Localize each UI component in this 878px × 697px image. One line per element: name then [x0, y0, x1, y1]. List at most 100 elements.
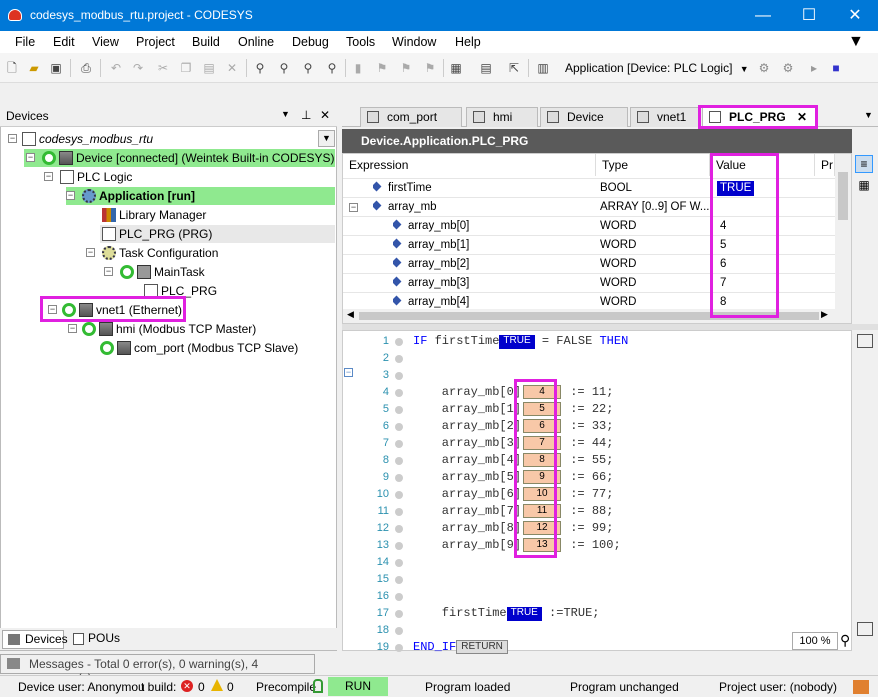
breakpoint-marker[interactable]: [395, 406, 403, 414]
delete-icon[interactable]: ✕: [224, 60, 240, 76]
tree-item-project[interactable]: − codesys_modbus_rtu ▼: [8, 130, 336, 148]
save-icon[interactable]: ▣: [48, 60, 64, 76]
menu-online[interactable]: Online: [238, 35, 274, 49]
bookmark-prev-icon[interactable]: ⚑: [398, 60, 414, 76]
code-line[interactable]: 19 END_IF RETURN: [343, 639, 843, 656]
tab-hmi[interactable]: hmi: [466, 107, 538, 127]
close-button[interactable]: ✕: [832, 0, 878, 31]
tabular-view-icon[interactable]: ▦: [855, 177, 873, 195]
print-icon[interactable]: ⎙: [78, 60, 94, 76]
code-line[interactable]: 12 array_mb[8] 12 := 99;: [343, 520, 843, 537]
scrollbar-thumb[interactable]: [838, 172, 848, 220]
collapse-icon[interactable]: −: [349, 203, 358, 212]
code-line[interactable]: 15: [343, 571, 843, 588]
breakpoint-marker[interactable]: [395, 389, 403, 397]
minimize-button[interactable]: —: [740, 0, 786, 31]
menu-edit[interactable]: Edit: [53, 35, 75, 49]
maximize-button[interactable]: ☐: [786, 0, 832, 31]
filter-icon[interactable]: ▼: [848, 33, 864, 51]
menu-help[interactable]: Help: [455, 35, 481, 49]
code-line[interactable]: 3: [343, 367, 843, 384]
breakpoint-marker[interactable]: [395, 355, 403, 363]
tab-device[interactable]: Device: [540, 107, 628, 127]
undo-icon[interactable]: ↶: [108, 60, 124, 76]
pin-icon[interactable]: ⊥: [301, 108, 311, 122]
breakpoint-marker[interactable]: [395, 491, 403, 499]
code-line[interactable]: 6 array_mb[2] 6 := 33;: [343, 418, 843, 435]
menu-build[interactable]: Build: [192, 35, 220, 49]
code-line[interactable]: 5 array_mb[1] 5 := 22;: [343, 401, 843, 418]
breakpoint-marker[interactable]: [395, 508, 403, 516]
tab-vnet1[interactable]: vnet1: [630, 107, 700, 127]
breakpoint-marker[interactable]: [395, 423, 403, 431]
column-prepared-value[interactable]: Pr: [815, 154, 835, 176]
panel-menu-icon[interactable]: ▼: [281, 109, 290, 119]
breakpoint-marker[interactable]: [395, 440, 403, 448]
column-expression[interactable]: Expression: [343, 154, 596, 176]
breakpoint-marker[interactable]: [395, 576, 403, 584]
run-icon[interactable]: ▸: [806, 60, 822, 76]
tree-item-com-port[interactable]: com_port (Modbus TCP Slave): [100, 339, 298, 357]
tree-item-application[interactable]: − Application [run]: [66, 187, 335, 205]
tab-pous[interactable]: POUs: [68, 630, 128, 649]
breakpoint-marker[interactable]: [395, 338, 403, 346]
menu-tools[interactable]: Tools: [346, 35, 375, 49]
code-line[interactable]: 16: [343, 588, 843, 605]
find-icon[interactable]: ⚲: [252, 60, 268, 76]
paste-icon[interactable]: ▤: [201, 60, 217, 76]
logout-icon[interactable]: ⚙: [780, 60, 796, 76]
zoom-icon[interactable]: ⚲: [840, 632, 856, 650]
code-line[interactable]: 8 array_mb[4] 8 := 55;: [343, 452, 843, 469]
breakpoint-marker[interactable]: [395, 644, 403, 652]
tab-list-icon[interactable]: ▼: [864, 110, 873, 120]
collapse-icon[interactable]: −: [86, 248, 95, 257]
find-next-icon[interactable]: ⚲: [300, 60, 316, 76]
scroll-left-icon[interactable]: ◀: [347, 309, 354, 320]
code-line[interactable]: 10 array_mb[6] 10 := 77;: [343, 486, 843, 503]
login-icon[interactable]: ⚙: [756, 60, 772, 76]
status-precompile[interactable]: Precompile: [256, 680, 316, 694]
new-icon[interactable]: 🗋: [4, 60, 20, 76]
code-line[interactable]: 18: [343, 622, 843, 639]
breakpoint-marker[interactable]: [395, 474, 403, 482]
breakpoint-marker[interactable]: [395, 593, 403, 601]
watch-vscrollbar[interactable]: [835, 154, 851, 309]
split-view-icon[interactable]: [857, 622, 873, 636]
find-previous-icon[interactable]: ⚲: [324, 60, 340, 76]
menu-debug[interactable]: Debug: [292, 35, 329, 49]
notification-icon[interactable]: [853, 680, 869, 694]
tree-dropdown-icon[interactable]: ▼: [318, 130, 335, 147]
find-replace-icon[interactable]: ⚲: [276, 60, 292, 76]
code-line[interactable]: 2: [343, 350, 843, 367]
menu-view[interactable]: View: [92, 35, 119, 49]
collapse-icon[interactable]: −: [66, 191, 75, 200]
breakpoint-marker[interactable]: [395, 627, 403, 635]
generate-icon[interactable]: ▤: [478, 60, 494, 76]
fold-icon[interactable]: −: [344, 368, 353, 377]
collapse-icon[interactable]: −: [104, 267, 113, 276]
tree-item-library-manager[interactable]: Library Manager: [102, 206, 206, 224]
open-icon[interactable]: ▰: [26, 60, 42, 76]
tab-com-port[interactable]: com_port: [360, 107, 462, 127]
breakpoint-marker[interactable]: [395, 525, 403, 533]
code-line[interactable]: 14: [343, 554, 843, 571]
collapse-icon[interactable]: −: [26, 153, 35, 162]
breakpoint-marker[interactable]: [395, 610, 403, 618]
messages-tab[interactable]: Messages - Total 0 error(s), 0 warning(s…: [0, 654, 315, 685]
code-editor[interactable]: 1 IF firstTime TRUE = FALSE THEN 2 3 4 array_…: [342, 330, 852, 654]
copy-icon[interactable]: ❐: [178, 60, 194, 76]
code-line[interactable]: 7 array_mb[3] 7 := 44;: [343, 435, 843, 452]
bookmark-clear-icon[interactable]: ⚑: [422, 60, 438, 76]
export-icon[interactable]: ⇱: [506, 60, 522, 76]
column-type[interactable]: Type: [596, 154, 710, 176]
build-icon[interactable]: ▦: [448, 60, 464, 76]
bookmark-next-icon[interactable]: ⚑: [374, 60, 390, 76]
zoom-level[interactable]: 100 %: [792, 632, 838, 650]
menu-window[interactable]: Window: [392, 35, 436, 49]
textual-view-icon[interactable]: ≡: [855, 155, 873, 173]
tree-item-device[interactable]: − Device [connected] (Weintek Built-in C…: [24, 149, 335, 167]
menu-file[interactable]: File: [15, 35, 35, 49]
code-line[interactable]: 13 array_mb[9] 13 := 100;: [343, 537, 843, 554]
collapse-icon[interactable]: −: [68, 324, 77, 333]
code-line[interactable]: 17 firstTime TRUE :=TRUE;: [343, 605, 843, 622]
